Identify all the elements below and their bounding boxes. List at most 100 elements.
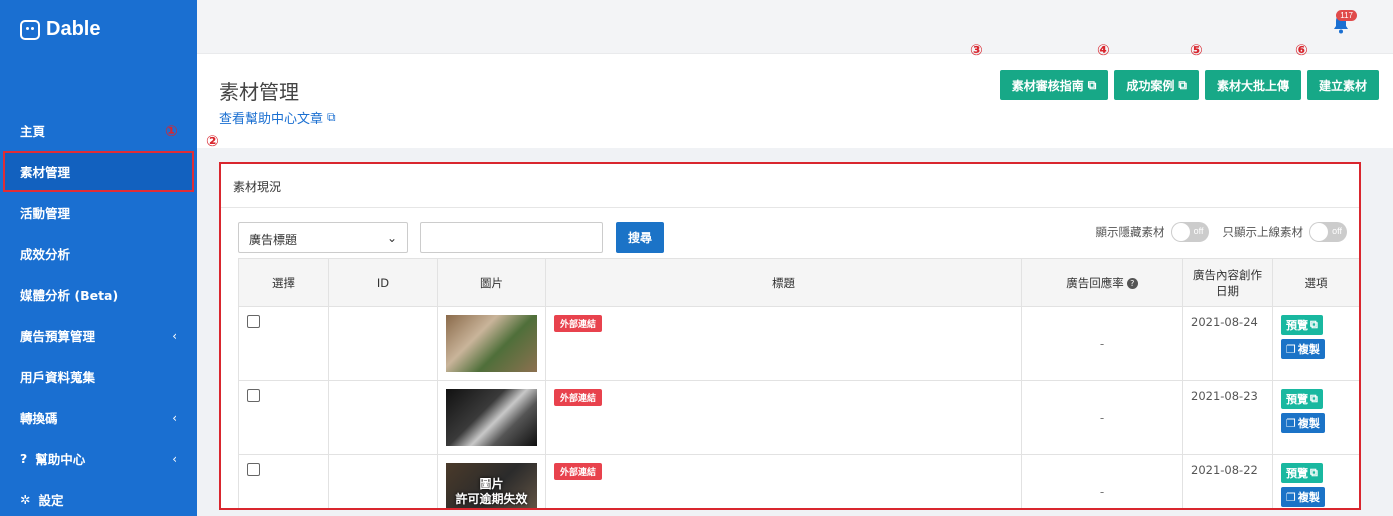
header-button-2[interactable]: 素材大批上傳 <box>1204 70 1301 100</box>
sidebar-item-label: 成效分析 <box>20 247 71 262</box>
help-question-icon[interactable]: ? <box>1126 277 1138 289</box>
external-link-tag: 外部連結 <box>554 463 603 480</box>
copy-button[interactable]: ❐ 複製 <box>1281 487 1325 507</box>
page-title: 素材管理 <box>219 80 299 104</box>
help-center-link[interactable]: 查看幫助中心文章 ⧉ <box>219 108 336 127</box>
sidebar: Dable 主頁 素材管理 活動管理 成效分析 媒體分析 (Beta) 廣告預算管理 ‹ 用戶… <box>0 0 197 516</box>
external-link-icon: ⧉ <box>1310 466 1318 479</box>
annotation-marker-2: ② <box>206 132 219 150</box>
image-cell <box>437 380 546 455</box>
notification-badge: 117 <box>1336 10 1357 21</box>
sidebar-item-7[interactable]: 轉換碼 ‹ <box>0 397 197 438</box>
sidebar-item-6[interactable]: 用戶資料蒐集 <box>0 356 197 397</box>
sidebar-nav: 主頁 素材管理 活動管理 成效分析 媒體分析 (Beta) 廣告預算管理 ‹ 用戶資料蒐集 轉換… <box>0 110 197 516</box>
header-image: 圖片 <box>437 258 546 307</box>
copy-button[interactable]: ❐ 複製 <box>1281 413 1325 433</box>
sidebar-item-label: 素材管理 <box>20 165 71 180</box>
sidebar-item-label: 用戶資料蒐集 <box>20 370 96 385</box>
filter-bar: 廣告標題 ⌄ 搜尋 顯示隱藏素材 off 只顯示上線素材 off <box>238 222 1347 254</box>
preview-button[interactable]: 預覽 ⧉ <box>1281 389 1323 409</box>
sidebar-item-label: 設定 <box>38 493 64 508</box>
search-button[interactable]: 搜尋 <box>616 222 664 253</box>
chevron-left-icon: ‹ <box>172 410 177 425</box>
help-icon: ? <box>20 451 28 466</box>
header-button-0[interactable]: 素材審核指南 ⧉ <box>999 70 1109 100</box>
sidebar-item-4[interactable]: 媒體分析 (Beta) <box>0 274 197 315</box>
options-cell: 預覽 ⧉ ❐ 複製 <box>1272 454 1359 508</box>
response-rate-cell: - <box>1021 380 1183 455</box>
external-link-icon: ⧉ <box>1178 77 1187 92</box>
select-cell <box>238 454 329 508</box>
response-rate-cell: - <box>1021 454 1183 508</box>
select-cell <box>238 306 329 381</box>
switch-knob <box>1171 223 1190 241</box>
row-checkbox[interactable] <box>247 463 260 476</box>
toggle-online-switch[interactable]: off <box>1309 222 1347 242</box>
material-status-panel: 素材現況 廣告標題 ⌄ 搜尋 顯示隱藏素材 off 只顯示上線素材 off 選擇… <box>219 162 1361 510</box>
table-header-row: 選擇 ID 圖片 標題 廣告回應率? 廣告內容創作日期 選項 <box>238 258 1359 307</box>
materials-table: 選擇 ID 圖片 標題 廣告回應率? 廣告內容創作日期 選項 外部連結 -2021… <box>238 258 1359 508</box>
brand-logo[interactable]: Dable <box>20 18 100 41</box>
header-response-rate: 廣告回應率? <box>1021 258 1183 307</box>
sidebar-item-8[interactable]: ? 幫助中心 ‹ <box>0 438 197 479</box>
thumbnail-image[interactable] <box>446 389 537 446</box>
header-button-1[interactable]: 成功案例 ⧉ <box>1114 70 1199 100</box>
created-date-cell: 2021-08-24 <box>1182 306 1273 381</box>
external-link-tag: 外部連結 <box>554 389 603 406</box>
sidebar-item-5[interactable]: 廣告預算管理 ‹ <box>0 315 197 356</box>
annotation-marker-4: ④ <box>1097 41 1110 59</box>
table-row: 圖片 許可逾期失效 外部連結 -2021-08-22 預覽 ⧉ ❐ 複製 <box>238 454 1359 508</box>
header-actions: 素材審核指南 ⧉ 成功案例 ⧉ 素材大批上傳 建立素材 <box>999 70 1379 100</box>
chevron-left-icon: ‹ <box>172 451 177 466</box>
toggle-hidden-label: 顯示隱藏素材 <box>1095 225 1165 239</box>
search-input[interactable] <box>420 222 603 253</box>
header-id: ID <box>328 258 438 307</box>
toggle-hidden-switch[interactable]: off <box>1170 222 1209 242</box>
options-cell: 預覽 ⧉ ❐ 複製 <box>1272 380 1359 455</box>
header-button-3[interactable]: 建立素材 <box>1306 70 1379 100</box>
sidebar-item-2[interactable]: 活動管理 <box>0 192 197 233</box>
copy-button[interactable]: ❐ 複製 <box>1281 339 1325 359</box>
select-cell <box>238 380 329 455</box>
preview-button[interactable]: 預覽 ⧉ <box>1281 463 1323 483</box>
panel-title: 素材現況 <box>221 164 1359 208</box>
thumbnail-image[interactable]: 圖片 許可逾期失效 <box>446 463 537 508</box>
toggle-online-label: 只顯示上線素材 <box>1222 225 1304 239</box>
sidebar-item-label: 媒體分析 (Beta) <box>20 288 119 303</box>
sidebar-item-label: 幫助中心 <box>35 452 86 467</box>
external-link-icon: ⧉ <box>1310 392 1318 405</box>
copy-icon: ❐ <box>1286 342 1296 356</box>
sidebar-item-label: 轉換碼 <box>20 411 58 426</box>
row-checkbox[interactable] <box>247 389 260 402</box>
sidebar-item-label: 廣告預算管理 <box>20 329 96 344</box>
title-cell: 外部連結 <box>545 454 1022 508</box>
top-bar: 117 <box>197 0 1393 54</box>
id-cell <box>328 380 438 455</box>
id-cell <box>328 306 438 381</box>
options-cell: 預覽 ⧉ ❐ 複製 <box>1272 306 1359 381</box>
annotation-marker-5: ⑤ <box>1190 41 1203 59</box>
dable-logo-icon <box>20 19 40 40</box>
external-link-tag: 外部連結 <box>554 315 603 332</box>
image-cell <box>437 306 546 381</box>
chevron-down-icon: ⌄ <box>386 231 397 245</box>
header-title: 標題 <box>545 258 1022 307</box>
field-select[interactable]: 廣告標題 ⌄ <box>238 222 408 253</box>
sidebar-item-3[interactable]: 成效分析 <box>0 233 197 274</box>
header-options: 選項 <box>1272 258 1359 307</box>
preview-button[interactable]: 預覽 ⧉ <box>1281 315 1323 335</box>
id-cell <box>328 454 438 508</box>
row-checkbox[interactable] <box>247 315 260 328</box>
sidebar-item-label: 活動管理 <box>20 206 71 221</box>
settings-icon: ✲ <box>20 492 31 507</box>
created-date-cell: 2021-08-22 <box>1182 454 1273 508</box>
annotation-marker-3: ③ <box>970 41 983 59</box>
header-created-date: 廣告內容創作日期 <box>1182 258 1273 307</box>
thumbnail-image[interactable] <box>446 315 537 372</box>
image-cell: 圖片 許可逾期失效 <box>437 454 546 508</box>
sidebar-item-1[interactable]: 素材管理 <box>3 151 194 192</box>
brand-name: Dable <box>46 18 101 40</box>
title-cell: 外部連結 <box>545 380 1022 455</box>
page-header: 素材管理 查看幫助中心文章 ⧉ 素材審核指南 ⧉ 成功案例 ⧉ 素材大批上傳 建立素材 <box>197 54 1393 148</box>
sidebar-item-9[interactable]: ✲ 設定 <box>0 479 197 516</box>
